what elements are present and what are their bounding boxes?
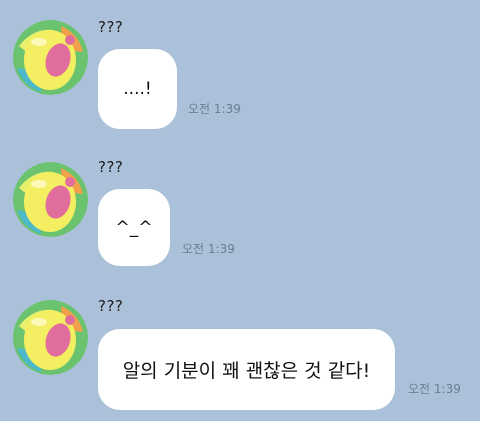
message-bubble[interactable]: ....! xyxy=(98,49,177,129)
message-timestamp: 오전 1:39 xyxy=(408,382,461,396)
message-timestamp: 오전 1:39 xyxy=(182,242,235,256)
egg-avatar-icon[interactable] xyxy=(13,20,88,95)
message-bubble[interactable]: 알의 기분이 꽤 괜찮은 것 같다! xyxy=(98,329,395,410)
chat-room: ??? ....! 오전 1:39 ??? ^_^ 오전 1:39 ??? 알의… xyxy=(0,0,480,421)
sender-name: ??? xyxy=(98,158,124,176)
egg-avatar-icon[interactable] xyxy=(13,162,88,237)
message-timestamp: 오전 1:39 xyxy=(188,102,241,116)
egg-avatar-icon[interactable] xyxy=(13,300,88,375)
sender-name: ??? xyxy=(98,297,124,315)
sender-name: ??? xyxy=(98,18,124,36)
message-bubble[interactable]: ^_^ xyxy=(98,189,170,266)
